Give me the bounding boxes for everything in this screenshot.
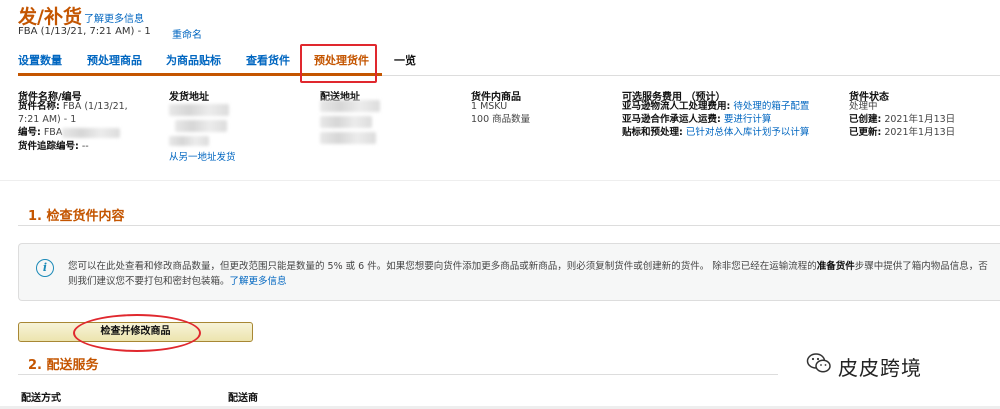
fee-label: 亚马逊合作承运人运费:	[622, 114, 721, 125]
created-row: 已创建: 2021年1月13日	[849, 114, 955, 127]
fee-row-labeling: 贴标和预处理: 已针对总体入库计划予以计算	[622, 127, 809, 140]
shipment-id-value: FBA	[43, 127, 63, 138]
tracking-row: 货件追踪编号: --	[18, 141, 89, 154]
fee-row-carrier: 亚马逊合作承运人运费: 要进行计算	[622, 114, 771, 127]
redacted-address-line	[175, 120, 227, 132]
shipment-name-row: 货件名称: FBA (1/13/21, 7:21 AM) - 1	[18, 101, 148, 126]
shipping-method-label: 配送方式	[21, 393, 61, 404]
fee-label: 亚马逊物流人工处理费用:	[622, 101, 731, 112]
section-heading: 1. 检查货件内容	[28, 209, 125, 224]
fee-label: 贴标和预处理:	[622, 127, 683, 138]
rename-link[interactable]: 重命名	[172, 26, 202, 41]
learn-more-link[interactable]: 了解更多信息	[84, 10, 144, 25]
divider	[0, 180, 1000, 181]
tracking-value: --	[81, 141, 89, 152]
redacted-address-line	[169, 136, 209, 146]
shipment-id-label: 编号:	[18, 127, 41, 138]
updated-value: 2021年1月13日	[884, 127, 956, 138]
carrier-label: 配送商	[228, 393, 258, 404]
watermark-text: 皮皮跨境	[838, 356, 922, 380]
info-icon: i	[36, 259, 54, 277]
section-heading: 2. 配送服务	[28, 358, 99, 373]
redacted-address-line	[320, 100, 380, 112]
unit-count: 100 商品数量	[471, 114, 531, 125]
fee-value-link[interactable]: 已针对总体入库计划予以计算	[686, 127, 810, 138]
info-text-bold: 准备货件	[816, 261, 855, 272]
shipment-id-row: 编号: FBA	[18, 127, 62, 140]
tab-prep-products[interactable]: 预处理商品	[87, 52, 142, 68]
tab-divider	[382, 75, 1000, 76]
status-value: 处理中	[849, 101, 878, 112]
created-value: 2021年1月13日	[884, 114, 956, 125]
shipment-name-label: 货件名称:	[18, 101, 60, 112]
tab-label-products[interactable]: 为商品贴标	[166, 52, 221, 68]
info-text-part: 您可以在此处查看和修改商品数量，但更改范围只能是数量的 5% 或 6 件。如果您…	[68, 261, 817, 272]
highlight-ellipse	[73, 314, 201, 352]
tab-summary[interactable]: 一览	[394, 52, 416, 68]
highlight-box	[300, 44, 377, 83]
created-label: 已创建:	[849, 114, 882, 125]
section-divider	[18, 374, 778, 375]
redacted-address-line	[320, 132, 376, 144]
fee-value-link[interactable]: 要进行计算	[724, 114, 772, 125]
redacted-address-line	[320, 116, 372, 128]
tab-review-shipments[interactable]: 查看货件	[246, 52, 290, 68]
tab-set-quantity[interactable]: 设置数量	[18, 52, 62, 68]
msku-count: 1 MSKU	[471, 101, 508, 112]
wechat-icon	[806, 353, 831, 373]
section-divider	[18, 225, 1000, 226]
shipment-subtitle: FBA (1/13/21, 7:21 AM) - 1	[18, 26, 151, 37]
redacted-id	[62, 128, 120, 138]
ship-from-another-address-link[interactable]: 从另一地址发货	[169, 152, 236, 165]
info-alert-text: 您可以在此处查看和修改商品数量，但更改范围只能是数量的 5% 或 6 件。如果您…	[68, 259, 996, 289]
updated-label: 已更新:	[849, 127, 882, 138]
page-title: 发/补货	[18, 6, 82, 28]
tracking-label: 货件追踪编号:	[18, 141, 79, 152]
redacted-address-line	[169, 104, 229, 116]
fee-row-manual-processing: 亚马逊物流人工处理费用: 待处理的箱子配置	[622, 101, 809, 114]
info-learn-more-link[interactable]: 了解更多信息	[230, 276, 287, 287]
col-ship-from-header: 发货地址	[169, 92, 209, 103]
fee-value-link[interactable]: 待处理的箱子配置	[733, 101, 809, 112]
updated-row: 已更新: 2021年1月13日	[849, 127, 955, 140]
